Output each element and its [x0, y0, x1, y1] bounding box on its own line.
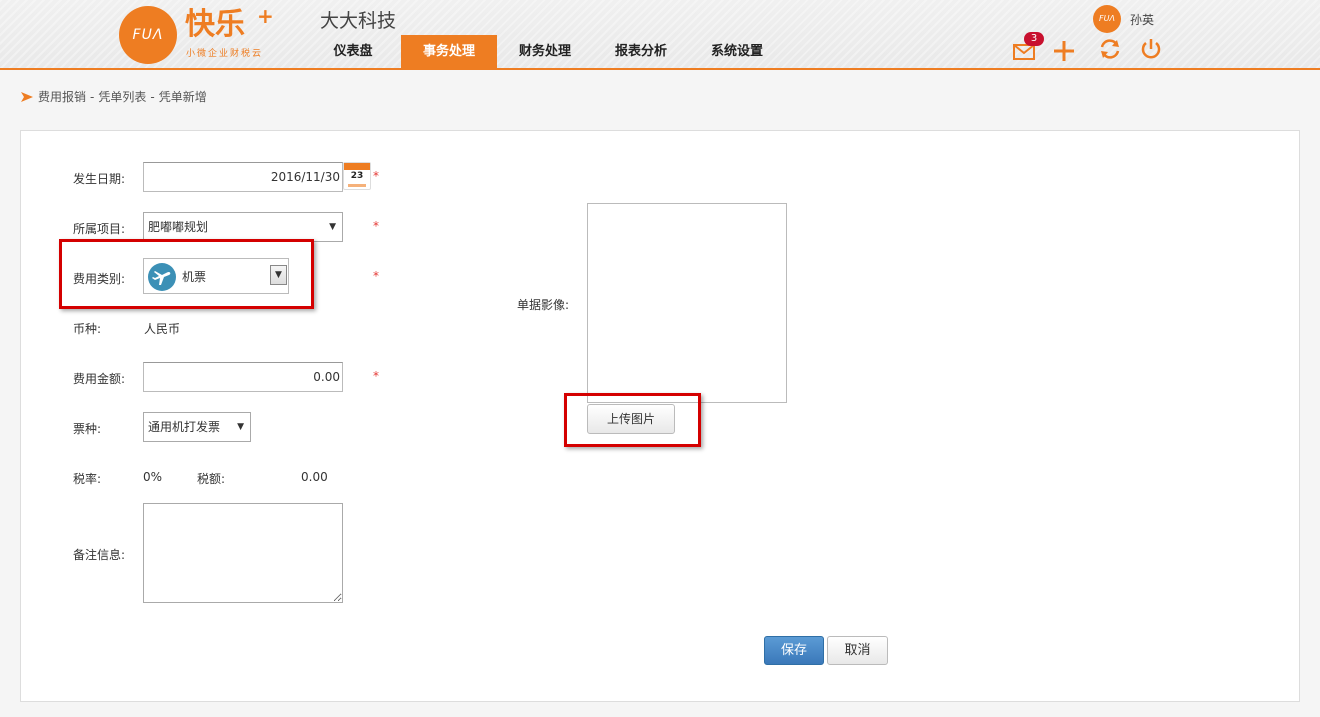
- image-label: 单据影像:: [517, 298, 570, 312]
- power-icon[interactable]: [1138, 36, 1164, 62]
- breadcrumb-item-expense[interactable]: 费用报销: [38, 88, 86, 105]
- mail-count-badge: 3: [1024, 32, 1044, 46]
- company-name: 大大科技: [320, 10, 397, 32]
- cancel-button[interactable]: 取消: [827, 636, 888, 665]
- ticket-type-label: 票种:: [73, 422, 102, 436]
- project-select-value: 肥嘟嘟规划: [148, 220, 209, 234]
- nav-transactions[interactable]: 事务处理: [401, 35, 497, 68]
- user-name[interactable]: 孙英: [1130, 11, 1154, 28]
- breadcrumb: 费用报销 - 凭单列表 - 凭单新增: [20, 88, 207, 105]
- required-mark: *: [373, 219, 379, 233]
- add-icon[interactable]: [1051, 38, 1077, 64]
- tax-rate-value: 0%: [143, 470, 163, 484]
- nav-finance[interactable]: 财务处理: [497, 35, 593, 68]
- currency-label: 币种:: [73, 322, 102, 336]
- logo-mark: FUΛ: [119, 6, 177, 64]
- breadcrumb-item-voucher-list[interactable]: 凭单列表: [98, 88, 146, 105]
- upload-image-button[interactable]: 上传图片: [587, 404, 675, 434]
- breadcrumb-separator: -: [90, 89, 95, 104]
- date-label: 发生日期:: [73, 172, 126, 186]
- voucher-form-panel: 发生日期: 23 * 所属项目: 肥嘟嘟规划 ▼ * 费用类别: 机票 ▼ * …: [20, 130, 1300, 702]
- calendar-icon[interactable]: 23: [343, 162, 371, 190]
- category-label: 费用类别:: [73, 272, 126, 286]
- required-mark: *: [373, 269, 379, 283]
- ticket-type-value: 通用机打发票: [148, 420, 221, 434]
- logo-text: 快乐: [185, 7, 245, 42]
- breadcrumb-separator: -: [150, 89, 155, 104]
- airplane-icon: [148, 263, 176, 291]
- calendar-day: 23: [350, 171, 364, 181]
- top-header: FUΛ 快乐 + 小微企业财税云 大大科技 仪表盘 事务处理 财务处理 报表分析…: [0, 0, 1320, 70]
- date-input[interactable]: [143, 162, 343, 192]
- category-select[interactable]: 机票 ▼: [143, 258, 289, 294]
- refresh-icon[interactable]: [1097, 36, 1123, 62]
- tax-rate-label: 税率:: [73, 472, 102, 486]
- breadcrumb-arrow-icon: [21, 91, 33, 102]
- caret-down-icon: ▼: [237, 422, 244, 432]
- required-mark: *: [373, 369, 379, 383]
- logo-plus: +: [257, 4, 274, 28]
- logo-subtitle: 小微企业财税云: [186, 49, 264, 59]
- required-mark: *: [373, 169, 379, 183]
- tax-amount-label: 税额:: [197, 472, 226, 486]
- amount-input[interactable]: [143, 362, 343, 392]
- project-label: 所属项目:: [73, 222, 126, 236]
- remark-label: 备注信息:: [73, 548, 126, 562]
- breadcrumb-item-new-voucher: 凭单新增: [158, 90, 207, 104]
- caret-down-icon: ▼: [329, 222, 336, 232]
- category-select-value: 机票: [182, 270, 207, 284]
- amount-label: 费用金额:: [73, 372, 126, 386]
- save-button[interactable]: 保存: [764, 636, 824, 665]
- currency-value: 人民币: [144, 322, 181, 336]
- main-nav: 仪表盘 事务处理 财务处理 报表分析 系统设置: [305, 35, 785, 68]
- tax-amount-value: 0.00: [301, 470, 328, 484]
- image-preview: [587, 203, 787, 403]
- nav-reports[interactable]: 报表分析: [593, 35, 689, 68]
- remark-textarea[interactable]: [143, 503, 343, 603]
- nav-dashboard[interactable]: 仪表盘: [305, 35, 401, 68]
- project-select[interactable]: 肥嘟嘟规划 ▼: [143, 212, 343, 242]
- nav-settings[interactable]: 系统设置: [689, 35, 785, 68]
- chevron-down-icon[interactable]: ▼: [270, 265, 287, 285]
- ticket-type-select[interactable]: 通用机打发票 ▼: [143, 412, 251, 442]
- avatar[interactable]: FUΛ: [1093, 5, 1121, 33]
